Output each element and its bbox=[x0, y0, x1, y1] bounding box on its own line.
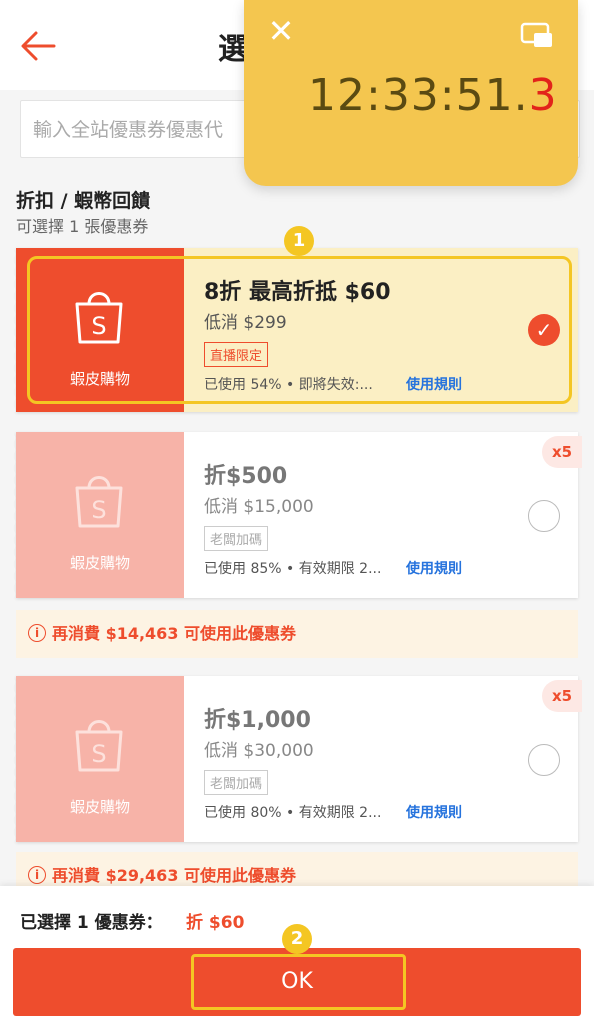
radio-button[interactable] bbox=[528, 744, 560, 776]
svg-text:S: S bbox=[91, 740, 106, 768]
voucher-min-spend: 低消 $15,000 bbox=[204, 497, 314, 517]
voucher-brand: 蝦皮購物 bbox=[69, 798, 130, 816]
highlight-ok-button bbox=[191, 954, 406, 1010]
voucher-card[interactable]: S 蝦皮購物 折$500 低消 $15,000 老闆加碼 已使用 85% • 有… bbox=[10, 432, 582, 598]
voucher-rules-link[interactable]: 使用規則 bbox=[406, 802, 462, 822]
voucher-details: 折$1,000 低消 $30,000 老闆加碼 已使用 80% • 有效期限 2… bbox=[184, 676, 582, 842]
timer-main: 12:33:51. bbox=[308, 70, 529, 121]
timer-fraction: 3 bbox=[528, 70, 558, 121]
voucher-tag: 老闆加碼 bbox=[204, 526, 269, 551]
timer-overlay: ✕ 12:33:51.3 bbox=[244, 0, 578, 186]
selected-count-label: 已選擇 1 優惠券： bbox=[20, 913, 163, 933]
back-button[interactable] bbox=[18, 26, 58, 66]
voucher-card-selected[interactable]: S 蝦皮購物 8折 最高折抵 $60 低消 $299 直播限定 已使用 54% … bbox=[10, 248, 578, 412]
picture-in-picture-icon[interactable] bbox=[520, 22, 554, 50]
section-subtitle: 可選擇 1 張優惠券 bbox=[16, 217, 149, 236]
voucher-brand: 蝦皮購物 bbox=[69, 554, 130, 572]
shopee-bag-icon: S bbox=[75, 720, 123, 772]
timer-display: 12:33:51.3 bbox=[308, 70, 558, 121]
voucher-warning-text: 再消費 $29,463 可使用此優惠券 bbox=[52, 866, 297, 885]
voucher-card[interactable]: S 蝦皮購物 折$1,000 低消 $30,000 老闆加碼 已使用 80% •… bbox=[10, 676, 582, 842]
voucher-title: 折$500 bbox=[204, 464, 288, 489]
voucher-code-input[interactable] bbox=[33, 113, 273, 147]
voucher-usage: 已使用 80% • 有效期限 2... bbox=[204, 805, 382, 821]
ok-button[interactable]: OK bbox=[13, 948, 581, 1016]
voucher-min-spend: 低消 $30,000 bbox=[204, 741, 314, 761]
info-icon: i bbox=[28, 866, 46, 884]
arrow-left-icon bbox=[21, 31, 56, 61]
highlight-selected-voucher bbox=[27, 256, 572, 404]
selected-discount-value: 折 $60 bbox=[186, 913, 245, 933]
radio-button[interactable] bbox=[528, 500, 560, 532]
svg-text:S: S bbox=[91, 496, 106, 524]
info-icon: i bbox=[28, 624, 46, 642]
quantity-badge: x5 bbox=[542, 680, 582, 712]
section-title: 折扣 / 蝦幣回饋 bbox=[16, 190, 151, 212]
voucher-logo-panel: S 蝦皮購物 bbox=[10, 676, 184, 842]
step-badge-1: 1 bbox=[284, 226, 314, 256]
voucher-tag: 老闆加碼 bbox=[204, 770, 269, 795]
close-icon[interactable]: ✕ bbox=[266, 15, 296, 47]
voucher-title: 折$1,000 bbox=[204, 708, 311, 733]
voucher-warning-text: 再消費 $14,463 可使用此優惠券 bbox=[52, 624, 297, 643]
shopee-bag-icon: S bbox=[75, 476, 123, 528]
voucher-usage: 已使用 85% • 有效期限 2... bbox=[204, 561, 382, 577]
voucher-logo-panel: S 蝦皮購物 bbox=[10, 432, 184, 598]
quantity-badge: x5 bbox=[542, 436, 582, 468]
voucher-warning: i 再消費 $14,463 可使用此優惠券 bbox=[16, 610, 578, 658]
step-badge-2: 2 bbox=[282, 924, 312, 954]
voucher-details: 折$500 低消 $15,000 老闆加碼 已使用 85% • 有效期限 2..… bbox=[184, 432, 582, 598]
bottom-bar: 已選擇 1 優惠券： 折 $60 OK 2 bbox=[0, 886, 594, 1024]
voucher-rules-link[interactable]: 使用規則 bbox=[406, 558, 462, 578]
